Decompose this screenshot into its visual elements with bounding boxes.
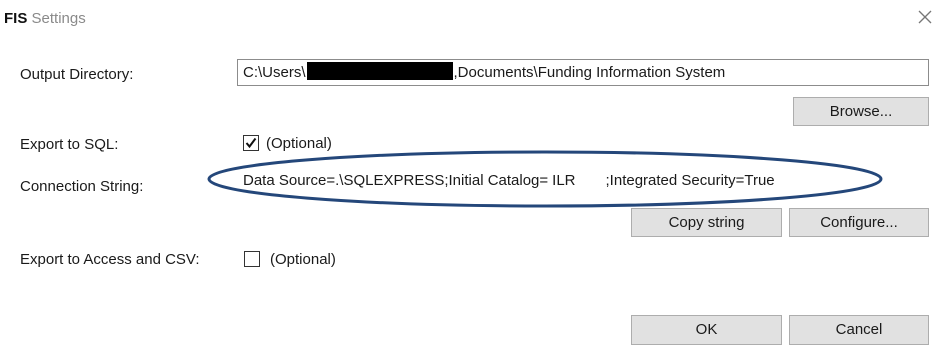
window-title: FIS Settings xyxy=(4,10,86,27)
window-title-app: FIS xyxy=(4,10,28,27)
highlight-ellipse xyxy=(207,150,883,208)
configure-button[interactable]: Configure... xyxy=(789,208,929,237)
settings-dialog: FIS Settings Output Directory: C:\Users\… xyxy=(0,0,936,345)
window-title-rest: Settings xyxy=(27,10,86,27)
connection-string-label: Connection String: xyxy=(20,178,144,195)
export-sql-label: Export to SQL: xyxy=(20,136,119,153)
output-directory-field[interactable]: C:\Users\ ,Documents\Funding Information … xyxy=(237,59,929,86)
redacted-block xyxy=(306,62,453,80)
output-directory-label: Output Directory: xyxy=(20,66,134,83)
copy-string-button[interactable]: Copy string xyxy=(631,208,782,237)
close-icon[interactable] xyxy=(914,6,936,28)
browse-button[interactable]: Browse... xyxy=(793,97,929,126)
export-access-label: Export to Access and CSV: xyxy=(20,251,200,268)
output-directory-value-suffix: ,Documents\Funding Information System xyxy=(453,64,726,81)
export-access-checkbox[interactable] xyxy=(244,251,260,267)
cancel-button[interactable]: Cancel xyxy=(789,315,929,345)
output-directory-value-prefix: C:\Users\ xyxy=(243,64,306,81)
export-access-optional: (Optional) xyxy=(270,251,336,268)
ok-button[interactable]: OK xyxy=(631,315,782,345)
